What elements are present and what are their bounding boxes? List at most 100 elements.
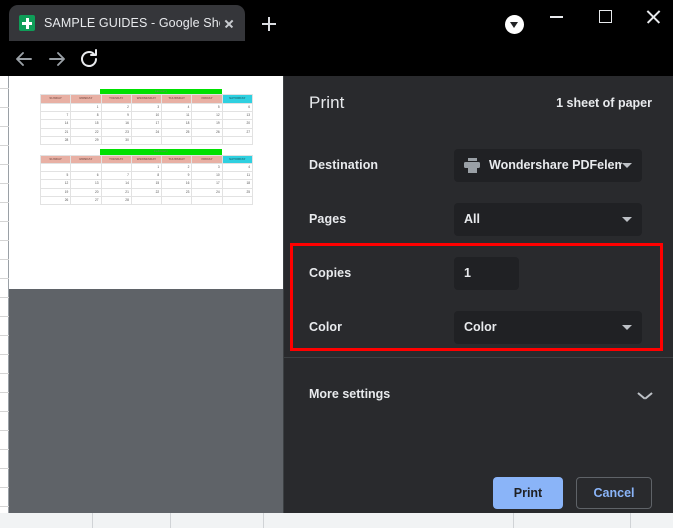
download-icon[interactable]	[505, 15, 524, 34]
calendar-day-cell: 11	[161, 110, 193, 121]
calendar-day-cell: 13	[221, 110, 254, 121]
back-arrow-icon[interactable]	[12, 47, 36, 71]
forward-arrow-icon[interactable]	[45, 47, 69, 71]
calendar-table: SUNDAY MONDAY TUESDAY WEDNESDAY THURSDAY FRID…	[39, 154, 254, 206]
calendar-day-cell: 6	[221, 102, 254, 113]
calendar-day-cell	[39, 162, 72, 173]
calendar-day-header: FRIDAY	[191, 94, 223, 104]
calendar-day-cell: 24	[191, 187, 223, 198]
spreadsheet-row-gutter	[0, 76, 9, 513]
calendar-week-row: 12 13 14 15 16 17 18	[39, 179, 254, 189]
print-preview-page: January SUNDAY MONDAY TUESDAY WEDNESDAY THURS…	[9, 76, 283, 289]
calendar-day-cell: 6	[70, 171, 102, 181]
calendar-day-header: TUESDAY	[100, 154, 132, 164]
tab-title: SAMPLE GUIDES - Google Sheets	[44, 16, 220, 30]
pages-label: Pages	[309, 212, 347, 226]
print-overlay: January SUNDAY MONDAY TUESDAY WEDNESDAY THURS…	[0, 76, 673, 528]
calendar-day-cell: 17	[130, 119, 163, 129]
calendar-day-header: FRIDAY	[191, 154, 223, 164]
calendar-day-cell: 26	[39, 196, 72, 206]
calendar-preview: January SUNDAY MONDAY TUESDAY WEDNESDAY THURS…	[39, 89, 254, 206]
calendar-day-cell: 22	[70, 127, 102, 137]
copies-input[interactable]: 1	[454, 256, 519, 290]
calendar-day-cell: 4	[161, 102, 193, 113]
chevron-down-icon	[622, 162, 632, 168]
calendar-week-row: 28 29 30	[39, 135, 254, 146]
browser-tab[interactable]: SAMPLE GUIDES - Google Sheets	[9, 5, 245, 41]
calendar-day-cell	[39, 102, 72, 113]
maximize-button[interactable]	[583, 0, 629, 32]
destination-select[interactable]: Wondershare PDFelem	[454, 148, 642, 182]
calendar-day-cell: 27	[221, 127, 254, 137]
calendar-week-row: 21 22 23 24 25 26 27	[39, 127, 254, 137]
calendar-day-cell: 17	[191, 179, 223, 189]
page-title: Print	[309, 93, 345, 112]
calendar-header-row: SUNDAY MONDAY TUESDAY WEDNESDAY THURSDAY FRID…	[39, 154, 254, 164]
calendar-day-cell	[221, 196, 254, 206]
calendar-day-cell: 28	[100, 196, 132, 206]
calendar-day-header: THURSDAY	[161, 94, 193, 104]
calendar-day-header: SATURDAY	[221, 94, 254, 104]
calendar-day-cell	[221, 135, 254, 146]
calendar-day-cell: 7	[100, 171, 132, 181]
calendar-day-cell: 27	[70, 196, 102, 206]
destination-label: Destination	[309, 158, 379, 172]
browser-toolbar: docs.google.com/spreadsheets/d/1hluEgzMr…	[0, 41, 673, 114]
calendar-day-cell: 12	[191, 110, 223, 121]
copies-row: Copies 1	[284, 246, 673, 300]
calendar-day-cell: 25	[161, 127, 193, 137]
calendar-day-header: MONDAY	[70, 94, 102, 104]
calendar-day-cell	[100, 162, 132, 173]
calendar-header-row: SUNDAY MONDAY TUESDAY WEDNESDAY THURSDAY FRID…	[39, 94, 254, 104]
calendar-week-row: 14 15 16 17 18 19 20	[39, 119, 254, 129]
calendar-day-cell: 1	[70, 102, 102, 113]
more-settings-label: More settings	[309, 387, 391, 401]
minimize-button[interactable]	[534, 0, 580, 32]
calendar-day-cell: 13	[70, 179, 102, 189]
color-label: Color	[309, 320, 343, 334]
reload-icon[interactable]	[77, 47, 101, 71]
calendar-week-row: 5 6 7 8 9 10 11	[39, 171, 254, 181]
calendar-day-header: SATURDAY	[221, 154, 254, 164]
calendar-table: SUNDAY MONDAY TUESDAY WEDNESDAY THURSDAY FRID…	[39, 94, 254, 146]
calendar-day-header: WEDNESDAY	[130, 94, 163, 104]
color-select[interactable]: Color	[454, 310, 642, 344]
calendar-day-cell: 22	[130, 187, 163, 198]
calendar-day-cell: 9	[100, 110, 132, 121]
calendar-day-cell	[161, 196, 193, 206]
pages-row: Pages All	[284, 192, 673, 246]
calendar-day-header: MONDAY	[70, 154, 102, 164]
calendar-day-cell: 30	[100, 135, 132, 146]
calendar-day-header: WEDNESDAY	[130, 154, 163, 164]
color-row: Color Color	[284, 300, 673, 354]
pages-select[interactable]: All	[454, 202, 642, 236]
calendar-week-row: 19 20 21 22 23 24 25	[39, 187, 254, 198]
calendar-day-cell: 18	[161, 119, 193, 129]
color-value: Color	[464, 320, 497, 334]
calendar-day-cell: 21	[100, 187, 132, 198]
calendar-week-row: 1234	[39, 162, 254, 173]
chevron-down-icon	[638, 390, 652, 398]
more-settings-toggle[interactable]: More settings	[284, 372, 673, 416]
calendar-day-cell: 20	[221, 119, 254, 129]
browser-window: SAMPLE GUIDES - Google Sheets docs.googl…	[0, 0, 673, 528]
print-button[interactable]: Print	[493, 477, 563, 509]
close-tab-icon[interactable]	[220, 15, 237, 32]
calendar-day-cell	[130, 196, 163, 206]
close-window-button[interactable]	[630, 0, 673, 32]
calendar-week-row: 123456	[39, 102, 254, 113]
printer-icon	[464, 157, 480, 173]
calendar-day-cell: 11	[221, 171, 254, 181]
calendar-day-header: SUNDAY	[39, 154, 72, 164]
calendar-day-cell: 25	[221, 187, 254, 198]
panel-divider	[284, 357, 673, 358]
dialog-button-row: Print Cancel	[284, 469, 673, 517]
calendar-day-cell: 3	[130, 102, 163, 113]
calendar-day-cell: 24	[130, 127, 163, 137]
new-tab-button[interactable]	[256, 11, 282, 37]
cancel-button[interactable]: Cancel	[576, 477, 652, 509]
calendar-day-cell	[161, 135, 193, 146]
calendar-day-cell: 19	[39, 187, 72, 198]
calendar-day-cell: 15	[70, 119, 102, 129]
pages-value: All	[464, 212, 480, 226]
